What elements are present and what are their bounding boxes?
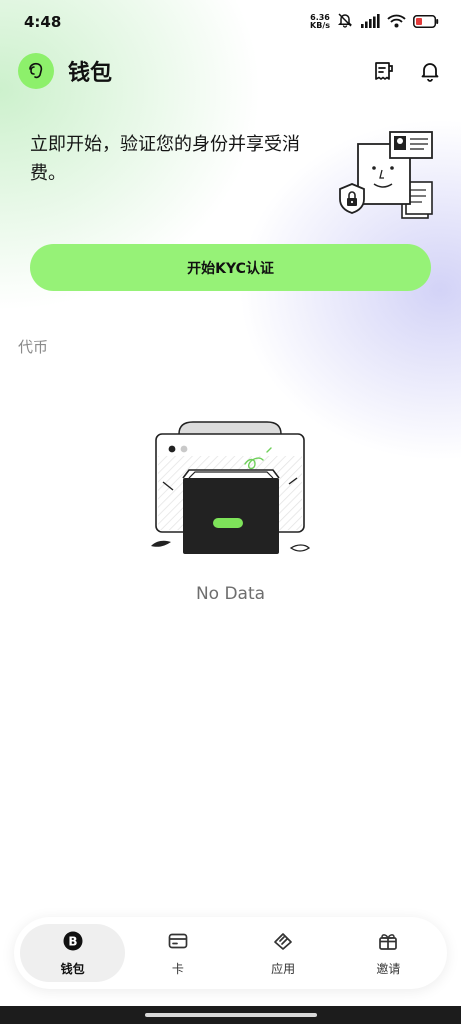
- kyc-headline: 立即开始，验证您的身份并享受消费。: [30, 134, 300, 184]
- page-title: 钱包: [68, 61, 113, 86]
- wallet-screen: 4:48 6.36 KB/s 钱包 立即开始，验证您的身份并享受消费。 开始KY…: [0, 0, 461, 1024]
- network-speed: 6.36 KB/s: [310, 14, 330, 30]
- gesture-handle[interactable]: [145, 1013, 317, 1017]
- battery-icon: [413, 13, 439, 32]
- status-icons: 6.36 KB/s: [310, 12, 439, 32]
- svg-text:B: B: [68, 934, 77, 948]
- status-bar: 4:48 6.36 KB/s: [0, 0, 461, 44]
- network-speed-unit: KB/s: [310, 21, 330, 30]
- apps-icon: [272, 930, 294, 956]
- nav-label-wallet: 钱包: [60, 961, 85, 976]
- receipt-icon[interactable]: [371, 58, 397, 84]
- nav-label-invite: 邀请: [376, 961, 401, 976]
- identity-verification-illustration: [336, 128, 438, 222]
- nav-item-apps[interactable]: 应用: [231, 924, 336, 982]
- nav-item-invite[interactable]: 邀请: [336, 924, 441, 982]
- bell-icon[interactable]: [417, 58, 443, 84]
- nav-label-apps: 应用: [271, 961, 296, 976]
- wifi-icon: [387, 13, 406, 32]
- nav-item-card[interactable]: 卡: [125, 924, 230, 982]
- status-time: 4:48: [24, 13, 62, 31]
- nav-label-card: 卡: [171, 961, 184, 976]
- app-header: 钱包: [18, 52, 443, 90]
- nav-item-wallet[interactable]: B 钱包: [20, 924, 126, 982]
- bottom-nav: B 钱包 卡 应用 邀请: [14, 917, 447, 989]
- empty-state-text: No Data: [195, 584, 266, 604]
- dog-logo-icon: [18, 53, 54, 89]
- header-actions: [371, 58, 443, 84]
- mute-bell-icon: [337, 12, 353, 32]
- signal-icon: [360, 13, 380, 32]
- gift-icon: [377, 930, 399, 956]
- tokens-section-label: 代币: [18, 338, 49, 356]
- bitcoin-icon: B: [62, 930, 84, 956]
- empty-box-illustration: [145, 418, 317, 560]
- start-kyc-button[interactable]: 开始KYC认证: [30, 244, 431, 291]
- card-icon: [167, 930, 189, 956]
